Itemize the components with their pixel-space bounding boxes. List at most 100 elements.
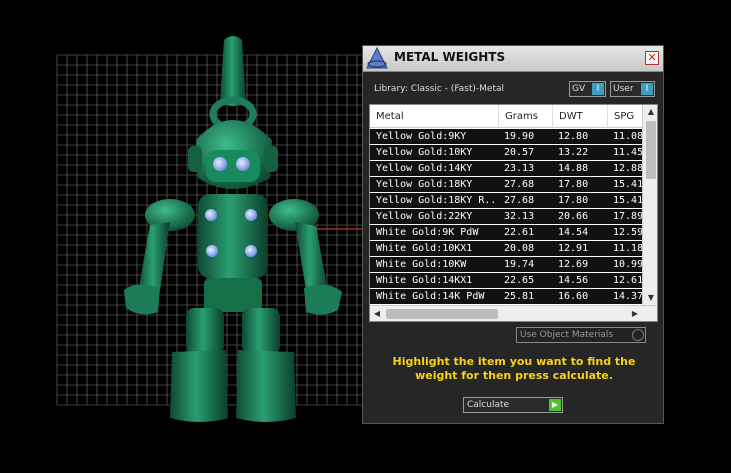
table-row[interactable]: White Gold:9K PdW 22.61 14.54 12.59: [370, 225, 642, 241]
dwt-cell: 16.60: [558, 291, 589, 302]
metal-weights-panel: METAL WEIGHTS ✕ Library: Classic - (Fast…: [362, 45, 664, 424]
use-object-materials-toggle[interactable]: Use Object Materials: [516, 327, 646, 343]
gv-indicator-icon: I: [592, 83, 604, 95]
dwt-cell: 12.80: [558, 131, 589, 142]
metal-cell: White Gold:10KW: [376, 259, 467, 270]
grams-cell: 27.68: [504, 179, 535, 190]
boot-left: [170, 350, 228, 422]
leg-left: [186, 308, 224, 354]
rhino-logo-icon: [366, 46, 388, 69]
panel-titlebar[interactable]: METAL WEIGHTS ✕: [363, 46, 663, 72]
table-row[interactable]: White Gold:14KX1 22.65 14.56 12.61: [370, 273, 642, 289]
metal-cell: Yellow Gold:9KY: [376, 131, 467, 142]
close-button[interactable]: ✕: [645, 51, 659, 65]
calculate-button[interactable]: Calculate ▶: [463, 397, 563, 413]
robot-eye-left: [213, 157, 227, 171]
table-row[interactable]: Yellow Gold:18KY R... 27.68 17.80 15.41: [370, 193, 642, 209]
dwt-cell: 17.80: [558, 179, 589, 190]
robot-ear-left: [188, 146, 202, 172]
spg-cell: 15.41: [613, 179, 642, 190]
user-toggle[interactable]: User I: [610, 81, 655, 97]
use-object-materials-label: Use Object Materials: [520, 330, 614, 340]
table-rows: Yellow Gold:9KY 19.90 12.80 11.08 Yellow Gol…: [370, 129, 642, 305]
horizontal-scrollbar[interactable]: ◀ ▶: [370, 305, 657, 321]
metal-weights-table[interactable]: Metal Grams DWT SPG Yellow Gold:9KY 19.90…: [369, 104, 658, 322]
grams-cell: 19.90: [504, 131, 535, 142]
metal-cell: Yellow Gold:10KY: [376, 147, 473, 158]
dwt-cell: 17.80: [558, 195, 589, 206]
radio-indicator-icon: [632, 329, 644, 341]
torso-gem-3: [206, 245, 218, 257]
metal-cell: White Gold:14K PdW: [376, 291, 485, 302]
table-row[interactable]: Yellow Gold:10KY 20.57 13.22 11.45: [370, 145, 642, 161]
vertical-scroll-thumb[interactable]: [646, 121, 656, 179]
column-header-spg[interactable]: SPG: [607, 105, 642, 128]
torso-gem-2: [245, 209, 257, 221]
spg-cell: 15.41: [613, 195, 642, 206]
dwt-cell: 12.91: [558, 243, 589, 254]
metal-cell: Yellow Gold:22KY: [376, 211, 473, 222]
metal-cell: Yellow Gold:14KY: [376, 163, 473, 174]
metal-cell: Yellow Gold:18KY R...: [376, 195, 498, 206]
robot-torso: [198, 194, 268, 278]
vertical-scrollbar[interactable]: ▲ ▼: [642, 105, 657, 305]
table-row[interactable]: White Gold:14K PdW 25.81 16.60 14.37: [370, 289, 642, 305]
table-row[interactable]: Yellow Gold:14KY 23.13 14.88 12.88: [370, 161, 642, 177]
scroll-right-icon[interactable]: ▶: [628, 306, 642, 321]
spg-cell: 12.61: [613, 275, 642, 286]
user-indicator-icon: I: [641, 83, 653, 95]
grams-cell: 25.81: [504, 291, 535, 302]
play-arrow-icon: ▶: [549, 399, 561, 411]
spg-cell: 14.37: [613, 291, 642, 302]
table-row[interactable]: White Gold:10KX1 20.08 12.91 11.18: [370, 241, 642, 257]
calculate-label: Calculate: [467, 400, 510, 410]
dwt-cell: 14.56: [558, 275, 589, 286]
close-icon: ✕: [647, 51, 657, 64]
table-row[interactable]: Yellow Gold:18KY 27.68 17.80 15.41: [370, 177, 642, 193]
dwt-cell: 20.66: [558, 211, 589, 222]
table-row[interactable]: Yellow Gold:9KY 19.90 12.80 11.08: [370, 129, 642, 145]
hand-right: [304, 284, 342, 315]
table-row[interactable]: Yellow Gold:22KY 32.13 20.66 17.89: [370, 209, 642, 225]
scroll-up-icon[interactable]: ▲: [643, 105, 657, 119]
gv-label: GV: [572, 84, 586, 94]
robot-ear-right: [264, 146, 278, 172]
user-label: User: [613, 84, 634, 94]
arm-right: [295, 222, 328, 292]
boot-right: [236, 350, 296, 422]
dwt-cell: 14.88: [558, 163, 589, 174]
arm-left: [138, 222, 170, 292]
pendant-bail: [220, 36, 246, 106]
leg-right: [242, 308, 280, 354]
metal-cell: White Gold:9K PdW: [376, 227, 479, 238]
spg-cell: 10.99: [613, 259, 642, 270]
instruction-text: Highlight the item you want to find the …: [392, 355, 636, 382]
horizontal-scroll-thumb[interactable]: [386, 309, 498, 319]
spg-cell: 12.88: [613, 163, 642, 174]
grams-cell: 22.65: [504, 275, 535, 286]
metal-cell: Yellow Gold:18KY: [376, 179, 473, 190]
dwt-cell: 14.54: [558, 227, 589, 238]
table-row[interactable]: White Gold:10KW 19.74 12.69 10.99: [370, 257, 642, 273]
torso-gem-4: [245, 245, 257, 257]
scroll-down-icon[interactable]: ▼: [643, 291, 657, 305]
gv-toggle[interactable]: GV I: [569, 81, 606, 97]
robot-hips: [204, 278, 262, 312]
panel-title: METAL WEIGHTS: [394, 50, 506, 64]
hand-left: [124, 284, 160, 315]
grams-cell: 19.74: [504, 259, 535, 270]
column-header-dwt[interactable]: DWT: [552, 105, 607, 128]
column-header-grams[interactable]: Grams: [498, 105, 552, 128]
table-header: Metal Grams DWT SPG: [370, 105, 642, 128]
spg-cell: 11.45: [613, 147, 642, 158]
dwt-cell: 12.69: [558, 259, 589, 270]
robot-eye-right: [236, 157, 250, 171]
scroll-left-icon[interactable]: ◀: [370, 306, 384, 321]
library-label: Library: Classic - (Fast)-Metal: [374, 84, 505, 94]
spg-cell: 11.18: [613, 243, 642, 254]
grams-cell: 32.13: [504, 211, 535, 222]
spg-cell: 17.89: [613, 211, 642, 222]
torso-gem-1: [205, 209, 217, 221]
column-header-metal[interactable]: Metal: [370, 105, 498, 128]
dwt-cell: 13.22: [558, 147, 589, 158]
